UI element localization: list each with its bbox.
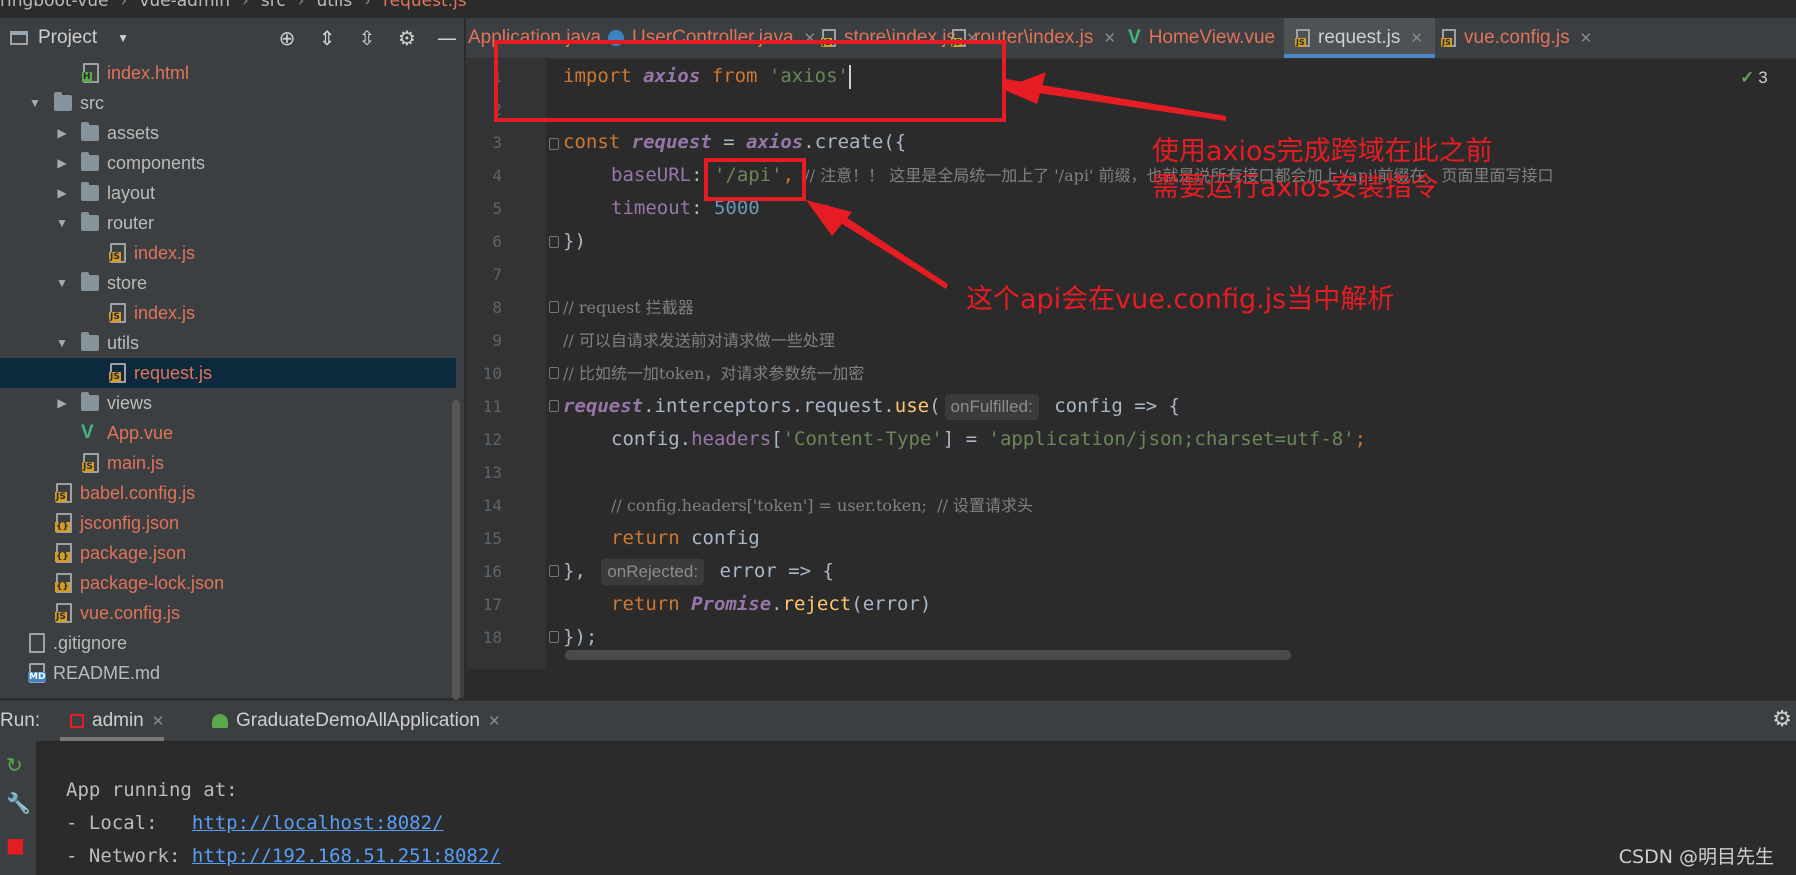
console-line: App running at:	[66, 779, 238, 801]
npm-run-icon	[70, 713, 84, 728]
gear-icon[interactable]: ⚙	[1772, 707, 1792, 732]
arrowhead-icon	[806, 200, 852, 236]
run-console[interactable]: App running at: - Local: http://localhos…	[36, 741, 1796, 875]
annotation-note-axios-1: 使用axios完成跨域在此之前	[1152, 136, 1493, 167]
local-url-link[interactable]: http://localhost:8082/	[192, 812, 444, 834]
run-tab-admin[interactable]: admin ✕	[59, 701, 165, 741]
wrench-icon[interactable]: 🔧	[6, 791, 31, 815]
annotation-note-api: 这个api会在vue.config.js当中解析	[966, 284, 1395, 315]
ide-window: ringboot-vue › vue-admin › src › utils ›…	[0, 0, 1796, 875]
console-line: - Local: http://localhost:8082/	[66, 812, 444, 834]
stop-icon[interactable]: ■	[6, 833, 25, 857]
close-icon[interactable]: ✕	[152, 713, 165, 730]
run-side-toolbar: ↻ 🔧 ■	[0, 741, 36, 875]
run-label: Run:	[0, 710, 41, 731]
run-tool-bar: Run: admin ✕ GraduateDemoAllApplication ✕ …	[0, 700, 1796, 741]
annotation-note-axios-2: 需要运行axios安装指令	[1152, 172, 1439, 203]
arrowhead-icon	[1002, 72, 1046, 104]
run-tab-graduate[interactable]: GraduateDemoAllApplication ✕	[212, 701, 501, 741]
spring-boot-icon	[212, 713, 228, 728]
rerun-icon[interactable]: ↻	[6, 753, 23, 777]
network-url-link[interactable]: http://192.168.51.251:8082/	[192, 845, 501, 867]
watermark: CSDN @明目先生	[1618, 846, 1774, 868]
console-line: - Network: http://192.168.51.251:8082/	[66, 845, 501, 867]
close-icon[interactable]: ✕	[488, 713, 501, 730]
